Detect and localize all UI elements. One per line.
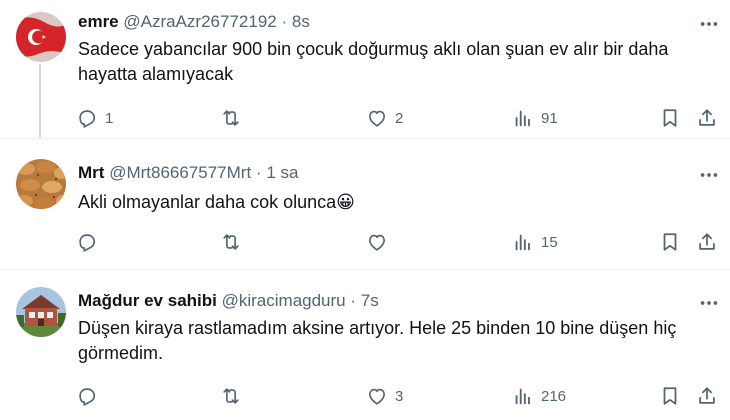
tweet-header: Mağdur ev sahibi @kiracimagduru · 7s	[78, 291, 379, 311]
bookmark-icon	[663, 387, 677, 405]
tweet-text-content: Akli olmayanlar daha cok olunca	[78, 192, 337, 212]
bookmark-button[interactable]	[659, 105, 681, 131]
tweet[interactable]: Mağdur ev sahibi @kiracimagduru · 7s Düş…	[0, 270, 730, 420]
views-count: 15	[541, 233, 558, 251]
separator-dot: ·	[281, 12, 288, 31]
share-button[interactable]	[696, 383, 718, 409]
reply-button[interactable]	[76, 229, 105, 255]
like-icon	[369, 388, 385, 405]
tweet-text: Düşen kiraya rastlamadım aksine artıyor.…	[78, 318, 677, 363]
like-count: 2	[395, 109, 404, 127]
reply-count: 1	[105, 109, 114, 127]
like-icon	[369, 110, 385, 127]
tweet-actions: 15	[76, 229, 726, 255]
tweet-actions: 1 2 91	[76, 105, 726, 131]
more-icon[interactable]	[698, 292, 720, 314]
user-handle[interactable]: @Mrt86667577Mrt	[109, 163, 251, 182]
more-icon[interactable]	[698, 164, 720, 186]
like-icon	[369, 234, 385, 251]
repost-icon	[223, 388, 239, 404]
user-handle[interactable]: @AzraAzr26772192	[123, 12, 276, 31]
tweet-text: Akli olmayanlar daha cok olunca😀	[78, 190, 708, 215]
tweet-text: Sadece yabancılar 900 bin çocuk doğurmuş…	[78, 39, 669, 84]
bookmark-button[interactable]	[659, 383, 681, 409]
display-name[interactable]: Mrt	[78, 163, 104, 182]
tweet-header: Mrt @Mrt86667577Mrt · 1 sa	[78, 163, 298, 183]
repost-button[interactable]	[220, 229, 249, 255]
tweet[interactable]: emre @AzraAzr26772192 · 8s Sadece yabanc…	[0, 0, 730, 138]
views-icon	[515, 388, 530, 405]
share-icon	[699, 233, 715, 250]
avatar[interactable]	[16, 159, 66, 209]
reply-icon	[79, 234, 96, 252]
bookmark-icon	[663, 233, 677, 251]
share-button[interactable]	[696, 105, 718, 131]
share-icon	[699, 387, 715, 404]
avatar[interactable]	[16, 12, 66, 62]
reply-icon	[79, 110, 96, 128]
repost-icon	[223, 110, 239, 126]
grinning-face-emoji: 😀	[336, 192, 355, 212]
timestamp[interactable]: 1 sa	[266, 163, 298, 182]
repost-button[interactable]	[220, 383, 249, 409]
share-icon	[699, 109, 715, 126]
views-button[interactable]: 91	[512, 105, 558, 131]
separator-dot: ·	[350, 291, 357, 310]
avatar[interactable]	[16, 287, 66, 337]
display-name[interactable]: Mağdur ev sahibi	[78, 291, 217, 310]
share-button[interactable]	[696, 229, 718, 255]
house-avatar-icon	[16, 287, 66, 337]
like-button[interactable]	[366, 229, 395, 255]
views-icon	[515, 110, 530, 127]
bookmark-button[interactable]	[659, 229, 681, 255]
tweet-feed: emre @AzraAzr26772192 · 8s Sadece yabanc…	[0, 0, 730, 420]
like-count: 3	[395, 387, 404, 405]
views-button[interactable]: 15	[512, 229, 558, 255]
reply-button[interactable]: 1	[76, 105, 113, 131]
bookmark-icon	[663, 109, 677, 127]
repost-icon	[223, 234, 239, 250]
timestamp[interactable]: 7s	[361, 291, 379, 310]
views-icon	[515, 234, 530, 251]
repost-button[interactable]	[220, 105, 249, 131]
more-icon[interactable]	[698, 13, 720, 35]
reply-button[interactable]	[76, 383, 105, 409]
flag-avatar-icon	[16, 12, 66, 62]
reply-icon	[79, 388, 96, 406]
separator-dot: ·	[255, 163, 262, 182]
user-handle[interactable]: @kiracimagduru	[222, 291, 346, 310]
views-count: 216	[541, 387, 567, 405]
views-button[interactable]: 216	[512, 383, 566, 409]
like-button[interactable]: 2	[366, 105, 403, 131]
views-count: 91	[541, 109, 558, 127]
thread-line	[39, 64, 41, 138]
display-name[interactable]: emre	[78, 12, 119, 31]
tweet-actions: 3 216	[76, 383, 726, 409]
tweet-header: emre @AzraAzr26772192 · 8s	[78, 12, 310, 32]
like-button[interactable]: 3	[366, 383, 403, 409]
timestamp[interactable]: 8s	[292, 12, 310, 31]
food-avatar-icon	[16, 159, 66, 209]
tweet[interactable]: Mrt @Mrt86667577Mrt · 1 sa Akli olmayanl…	[0, 139, 730, 269]
